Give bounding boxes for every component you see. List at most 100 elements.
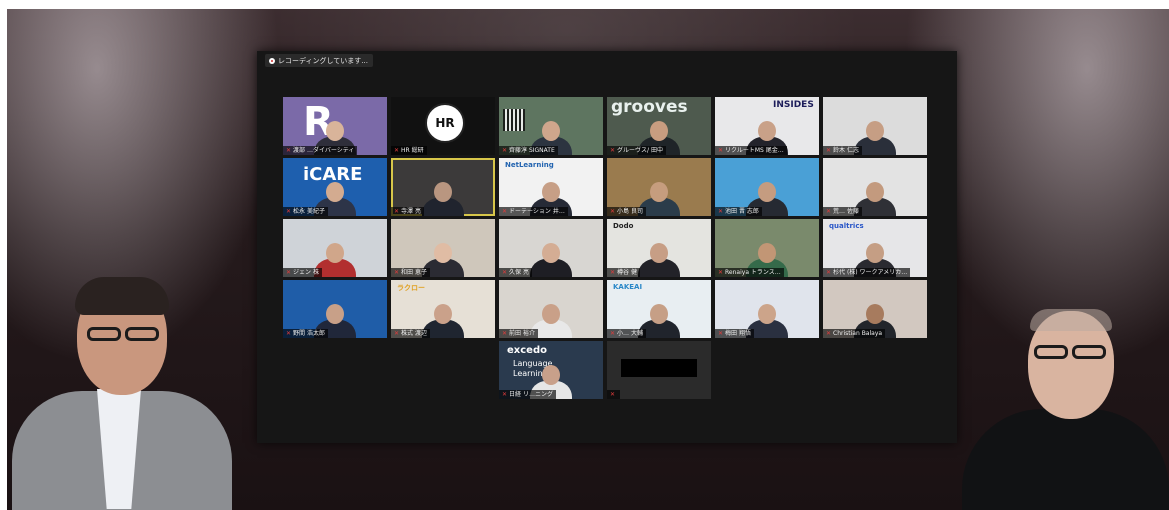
participant-name: 小… 大輔 (617, 330, 643, 337)
participant-tile[interactable]: ✕ 前田 裕介 (499, 280, 603, 338)
participant-tile[interactable]: ✕ 梅田 翔悟 (715, 280, 819, 338)
participant-tile[interactable]: ✕ 野間 浩太郎 (283, 280, 387, 338)
participant-name: 杉代 (株) ワークアメリカ… (833, 269, 908, 276)
participant-name-label: ✕ 鈴木 仁志 (823, 146, 862, 155)
participant-name: 池田 晋 志郎 (725, 208, 759, 215)
participant-tile[interactable]: Dodo ✕ 樽谷 健 (607, 219, 711, 277)
participant-tile[interactable]: ラクロー ✕ 株式 渡辺 (391, 280, 495, 338)
recording-label: レコーディングしています... (278, 56, 368, 65)
participant-name-label: ✕ 久保 亮 (499, 268, 532, 277)
muted-mic-icon: ✕ (610, 147, 616, 154)
participant-name: 日経 リ…ニング (509, 391, 553, 398)
participant-tile[interactable]: excedo Language Learning ✕ 日経 リ…ニング (499, 341, 603, 399)
participant-name-label: ✕ 小… 大輔 (607, 329, 646, 338)
background-brand-text: NetLearning (505, 161, 554, 169)
presenter-right (962, 305, 1169, 510)
background-brand-text: INSIDES (773, 100, 814, 110)
muted-mic-icon: ✕ (286, 269, 292, 276)
participant-name-label: ✕ ジェン 株 (283, 268, 322, 277)
participant-name: 渡部 …ダイバーシティ (293, 147, 355, 154)
participant-name-label: ✕ 樽谷 健 (607, 268, 640, 277)
presenter-left (7, 271, 237, 510)
participant-tile[interactable]: ✕ 鈴木 仁志 (823, 97, 927, 155)
participant-name: Christian Balaya (833, 330, 883, 337)
participant-name-label: ✕ HR 総研 (391, 146, 427, 155)
participant-video (636, 243, 682, 277)
participant-tile[interactable]: ✕ Christian Balaya (823, 280, 927, 338)
muted-mic-icon: ✕ (286, 330, 292, 337)
participant-name: HR 総研 (401, 147, 424, 154)
muted-mic-icon: ✕ (610, 330, 616, 337)
participant-tile[interactable]: ✕ 久保 亮 (499, 219, 603, 277)
muted-mic-icon: ✕ (502, 391, 508, 398)
muted-mic-icon: ✕ (502, 269, 508, 276)
participant-name: 久保 亮 (509, 269, 529, 276)
participant-name-label: ✕ 梅田 翔悟 (715, 329, 754, 338)
participant-name: 株式 渡辺 (401, 330, 427, 337)
muted-mic-icon: ✕ (502, 208, 508, 215)
presenter-right-hair (1030, 309, 1112, 331)
participant-tile[interactable]: ✕ 小島 良司 (607, 158, 711, 216)
muted-mic-icon: ✕ (502, 330, 508, 337)
presenter-left-glasses (87, 327, 121, 341)
participant-tile[interactable]: ✕ ジェン 株 (283, 219, 387, 277)
participant-tile[interactable]: HR ✕ HR 総研 (391, 97, 495, 155)
muted-mic-icon: ✕ (826, 147, 832, 154)
participant-name: 野間 浩太郎 (293, 330, 325, 337)
recording-indicator[interactable]: レコーディングしています... (265, 54, 373, 67)
participant-name: 寺澤 亮 (401, 208, 421, 215)
presenter-right-glasses (1034, 345, 1068, 359)
muted-mic-icon: ✕ (718, 147, 724, 154)
presenter-right-shirt (962, 409, 1169, 510)
participant-tile[interactable]: qualtrics ✕ 杉代 (株) ワークアメリカ… (823, 219, 927, 277)
participant-name-label: ✕ 松永 美紀子 (283, 207, 328, 216)
participant-tile[interactable]: ✕ 池田 晋 志郎 (715, 158, 819, 216)
participant-tile[interactable]: ✕ 寺澤 亮 (391, 158, 495, 216)
muted-mic-icon: ✕ (610, 269, 616, 276)
participant-name-label: ✕ 寺澤 亮 (391, 207, 424, 216)
background-brand-text: Dodo (613, 222, 634, 230)
participant-name: 松永 美紀子 (293, 208, 325, 215)
hr-logo: HR (425, 103, 465, 143)
muted-mic-icon: ✕ (826, 208, 832, 215)
participant-tile[interactable]: KAKEAI ✕ 小… 大輔 (607, 280, 711, 338)
participant-tile[interactable]: ✕ 齊藤淳 SIGNATE (499, 97, 603, 155)
background-brand-text: ラクロー (397, 284, 425, 292)
participant-name: ドーテーション 井… (509, 208, 565, 215)
participant-tile[interactable]: ✕ (607, 341, 711, 399)
background-brand-text: excedo (507, 345, 547, 356)
muted-mic-icon: ✕ (718, 330, 724, 337)
participant-name-label: ✕ 前田 裕介 (499, 329, 538, 338)
participant-name-label: ✕ Christian Balaya (823, 329, 886, 338)
participant-name-label: ✕ ドーテーション 井… (499, 207, 568, 216)
participant-video (528, 243, 574, 277)
participant-name-label: ✕ 渡部 …ダイバーシティ (283, 146, 358, 155)
video-stage: レコーディングしています... R ✕ 渡部 …ダイバーシティ HR ✕ HR 総研 ✕ 齊藤… (7, 9, 1169, 510)
participant-tile[interactable]: grooves ✕ グルーヴス/ 田中 (607, 97, 711, 155)
muted-mic-icon: ✕ (826, 269, 832, 276)
participant-tile[interactable]: NetLearning ✕ ドーテーション 井… (499, 158, 603, 216)
participant-tile[interactable]: INSIDES ✕ リクルートMS 尾金… (715, 97, 819, 155)
participant-name-label: ✕ 小島 良司 (607, 207, 646, 216)
presenter-left-glasses-right (125, 327, 159, 341)
participant-tile[interactable]: ✕ 荒… 佐藤 (823, 158, 927, 216)
participant-tile[interactable]: ✕ Renaiya トランス… (715, 219, 819, 277)
muted-mic-icon: ✕ (394, 330, 400, 337)
participant-tile[interactable]: ✕ 和田 恵子 (391, 219, 495, 277)
participant-video (420, 182, 466, 216)
muted-mic-icon: ✕ (610, 208, 616, 215)
participant-name-label: ✕ 和田 恵子 (391, 268, 430, 277)
presenter-left-hair (75, 277, 169, 315)
muted-mic-icon: ✕ (394, 269, 400, 276)
participant-name-label: ✕ リクルートMS 尾金… (715, 146, 787, 155)
muted-mic-icon: ✕ (286, 147, 292, 154)
participant-name-label: ✕ Renaiya トランス… (715, 268, 784, 277)
participant-name: 和田 恵子 (401, 269, 427, 276)
participant-tile[interactable]: iCARE ✕ 松永 美紀子 (283, 158, 387, 216)
muted-mic-icon: ✕ (718, 269, 724, 276)
background-brand-text: KAKEAI (613, 283, 643, 291)
participant-tile[interactable]: R ✕ 渡部 …ダイバーシティ (283, 97, 387, 155)
participant-name-label: ✕ グルーヴス/ 田中 (607, 146, 666, 155)
qr-code-icon (503, 109, 525, 131)
participant-name-label: ✕ (607, 390, 621, 399)
